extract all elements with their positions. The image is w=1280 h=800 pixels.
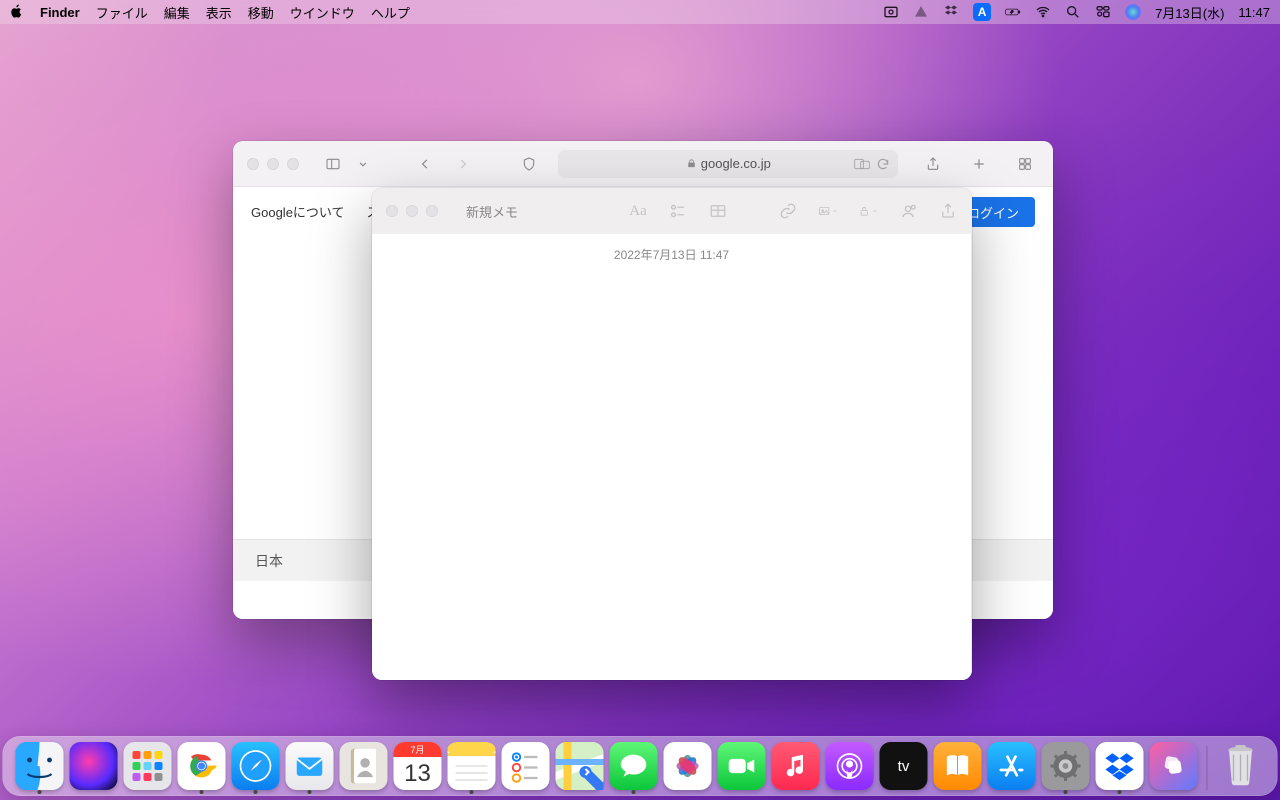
new-tab-icon[interactable] (965, 150, 993, 178)
dock-photos[interactable] (664, 742, 712, 790)
google-about-link[interactable]: Googleについて (251, 202, 345, 221)
dropbox-menubar-icon[interactable] (943, 4, 959, 20)
input-source-icon[interactable]: A (973, 3, 991, 21)
dock-safari[interactable] (232, 742, 280, 790)
dock-facetime[interactable] (718, 742, 766, 790)
dock-notes[interactable] (448, 742, 496, 790)
shield-icon[interactable] (515, 150, 543, 178)
safari-toolbar: google.co.jp (233, 141, 1053, 187)
menu-window[interactable]: ウインドウ (290, 3, 355, 22)
menu-file[interactable]: ファイル (96, 3, 148, 22)
apple-menu-icon[interactable] (10, 4, 24, 21)
notes-toolbar: 新規メモ Aa (372, 188, 972, 234)
zoom-button[interactable] (287, 158, 299, 170)
dock-maps[interactable] (556, 742, 604, 790)
back-button[interactable] (411, 150, 439, 178)
menubar-time[interactable]: 11:47 (1238, 5, 1270, 20)
dock-calendar[interactable]: 7月13 (394, 742, 442, 790)
forward-button[interactable] (449, 150, 477, 178)
reader-icon[interactable] (854, 158, 870, 170)
app-name-menu[interactable]: Finder (40, 5, 80, 20)
dock-reminders[interactable] (502, 742, 550, 790)
battery-icon[interactable] (1005, 4, 1021, 20)
screenshot-icon[interactable] (883, 4, 899, 20)
dock-trash[interactable] (1217, 742, 1265, 790)
address-bar[interactable]: google.co.jp (558, 150, 898, 178)
close-button[interactable] (386, 205, 398, 217)
checklist-icon[interactable] (668, 201, 688, 221)
chevron-down-icon (832, 207, 838, 215)
minimize-button[interactable] (267, 158, 279, 170)
dock-appstore[interactable] (988, 742, 1036, 790)
notes-traffic-lights (386, 205, 438, 217)
dock: 7月13 tv (3, 736, 1278, 796)
dock-music[interactable] (772, 742, 820, 790)
sidebar-toggle-icon[interactable] (319, 150, 347, 178)
tab-overview-icon[interactable] (1011, 150, 1039, 178)
status-icon-1[interactable] (913, 4, 929, 20)
dock-settings[interactable] (1042, 742, 1090, 790)
dock-shortcuts[interactable] (1150, 742, 1198, 790)
menu-edit[interactable]: 編集 (164, 3, 190, 22)
wifi-icon[interactable] (1035, 4, 1051, 20)
zoom-button[interactable] (426, 205, 438, 217)
dock-messages[interactable] (610, 742, 658, 790)
siri-menubar-icon[interactable] (1125, 4, 1141, 20)
calendar-day-label: 13 (404, 757, 431, 790)
format-text-icon[interactable]: Aa (628, 201, 648, 221)
share-note-icon[interactable] (938, 201, 958, 221)
control-center-icon[interactable] (1095, 4, 1111, 20)
dock-podcasts[interactable] (826, 742, 874, 790)
menu-view[interactable]: 表示 (206, 3, 232, 22)
dock-finder[interactable] (16, 742, 64, 790)
table-icon[interactable] (708, 201, 728, 221)
safari-traffic-lights (247, 158, 299, 170)
dock-siri[interactable] (70, 742, 118, 790)
spotlight-icon[interactable] (1065, 4, 1081, 20)
lock-note-icon[interactable] (858, 201, 878, 221)
dock-tv[interactable]: tv (880, 742, 928, 790)
menu-help[interactable]: ヘルプ (371, 3, 410, 22)
close-button[interactable] (247, 158, 259, 170)
url-text: google.co.jp (701, 156, 771, 171)
chevron-down-icon (872, 207, 878, 215)
menubar: Finder ファイル 編集 表示 移動 ウインドウ ヘルプ A 7月13日 (0, 0, 1280, 24)
dock-books[interactable] (934, 742, 982, 790)
notes-window: 新規メモ Aa (372, 188, 972, 680)
chevron-down-icon[interactable] (349, 150, 377, 178)
reload-icon[interactable] (876, 157, 890, 171)
dock-mail[interactable] (286, 742, 334, 790)
dock-contacts[interactable] (340, 742, 388, 790)
collaborate-icon[interactable] (898, 201, 918, 221)
dock-dropbox[interactable] (1096, 742, 1144, 790)
share-icon[interactable] (919, 150, 947, 178)
lock-icon (686, 158, 697, 169)
notes-editor[interactable]: 2022年7月13日 11:47 (372, 234, 972, 680)
link-icon[interactable] (778, 201, 798, 221)
dock-launchpad[interactable] (124, 742, 172, 790)
dock-chrome[interactable] (178, 742, 226, 790)
minimize-button[interactable] (406, 205, 418, 217)
media-icon[interactable] (818, 201, 838, 221)
notes-title: 新規メモ (466, 202, 518, 221)
notes-timestamp: 2022年7月13日 11:47 (372, 234, 971, 275)
calendar-month-label: 7月 (394, 742, 442, 757)
menubar-date[interactable]: 7月13日(水) (1155, 3, 1224, 22)
menu-go[interactable]: 移動 (248, 3, 274, 22)
dock-separator (1207, 746, 1208, 790)
